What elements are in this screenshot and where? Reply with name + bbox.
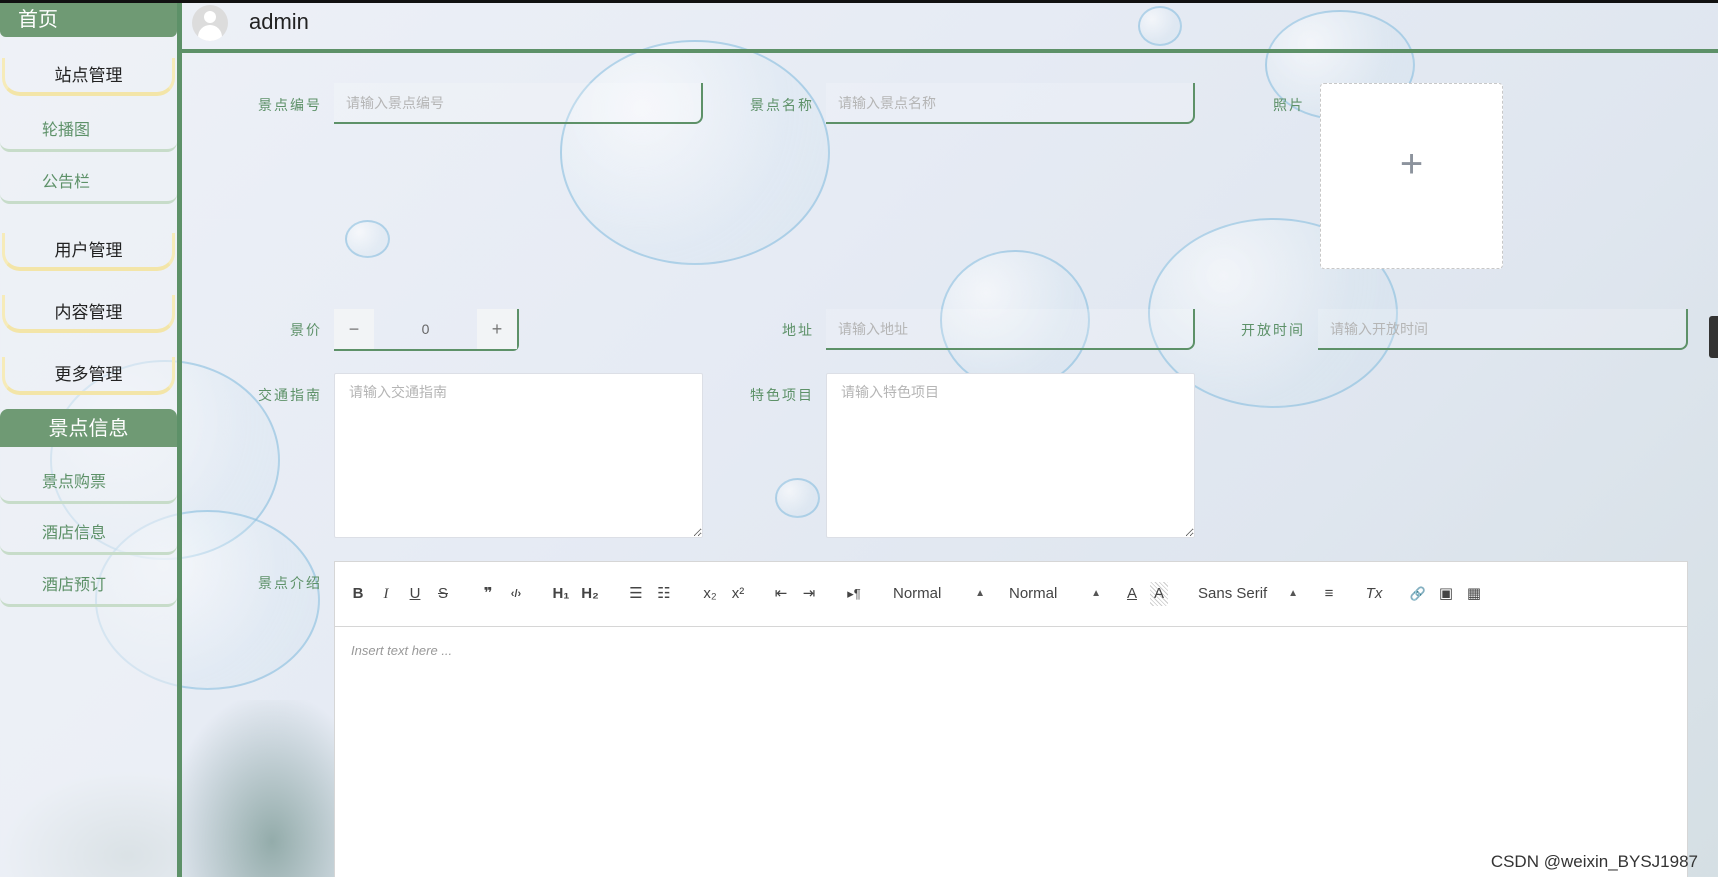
sidebar-item-hotel-info[interactable]: 酒店信息 xyxy=(0,519,177,555)
superscript-button[interactable]: x² xyxy=(727,582,749,606)
chevron-updown-icon: ▲ xyxy=(1091,588,1101,599)
label-address: 地址 xyxy=(782,323,814,339)
traffic-guide-textarea[interactable] xyxy=(334,373,703,538)
background-mist xyxy=(170,700,340,877)
size-select-value: Normal xyxy=(893,585,942,602)
label-features: 特色项目 xyxy=(750,388,814,404)
header-select-value: Normal xyxy=(1009,585,1058,602)
sidebar: 首页 站点管理 轮播图 公告栏 用户管理 内容管理 更多管理 景点信息 景点购票… xyxy=(0,3,182,877)
scrollbar-handle[interactable] xyxy=(1709,316,1718,358)
font-select-value: Sans Serif xyxy=(1198,585,1268,602)
rich-text-editor[interactable]: B I U S ❞ ‹/› H₁ H₂ ☰ ☷ x₂ x² ⇤ ⇥ ▸¶ Nor… xyxy=(334,561,1688,877)
features-textarea[interactable] xyxy=(826,373,1195,538)
blockquote-button[interactable]: ❞ xyxy=(478,582,498,606)
photo-upload-button[interactable]: + xyxy=(1320,83,1503,269)
sidebar-group-content-management[interactable]: 内容管理 xyxy=(2,295,175,333)
sidebar-group-user-management[interactable]: 用户管理 xyxy=(2,233,175,271)
editor-toolbar: B I U S ❞ ‹/› H₁ H₂ ☰ ☷ x₂ x² ⇤ ⇥ ▸¶ Nor… xyxy=(335,562,1687,627)
sidebar-home[interactable]: 首页 xyxy=(0,3,177,37)
chevron-updown-icon: ▲ xyxy=(975,588,985,599)
sidebar-group-more-management[interactable]: 更多管理 xyxy=(2,357,175,395)
underline-button[interactable]: U xyxy=(406,582,424,606)
sidebar-item-hotel-booking[interactable]: 酒店预订 xyxy=(0,571,177,607)
label-scenic-id: 景点编号 xyxy=(258,98,322,114)
watermark: CSDN @weixin_BYSJ1987 xyxy=(1490,852,1698,871)
sidebar-item-notice[interactable]: 公告栏 xyxy=(0,168,177,204)
text-direction-button[interactable]: ▸¶ xyxy=(843,582,865,606)
price-value[interactable]: 0 xyxy=(374,309,477,349)
label-introduction: 景点介绍 xyxy=(258,576,322,592)
plus-icon: + xyxy=(1399,142,1424,186)
italic-button[interactable]: I xyxy=(377,582,395,606)
code-block-button[interactable]: ‹/› xyxy=(505,582,527,606)
header-select[interactable]: Normal ▲ xyxy=(1009,582,1101,606)
bullet-list-button[interactable]: ☷ xyxy=(654,582,674,606)
link-button[interactable]: 🔗 xyxy=(1408,582,1428,606)
clean-format-button[interactable]: Tx xyxy=(1364,582,1384,606)
size-select[interactable]: Normal ▲ xyxy=(893,582,985,606)
indent-button[interactable]: ⇥ xyxy=(799,582,819,606)
user-avatar-icon[interactable] xyxy=(192,5,228,41)
strike-button[interactable]: S xyxy=(434,582,452,606)
price-stepper[interactable]: − 0 + xyxy=(334,309,519,351)
sidebar-item-carousel[interactable]: 轮播图 xyxy=(0,116,177,152)
header-2-button[interactable]: H₂ xyxy=(579,582,601,606)
bold-button[interactable]: B xyxy=(349,582,367,606)
address-input[interactable] xyxy=(826,309,1195,350)
username[interactable]: admin xyxy=(249,9,309,35)
sidebar-section-scenic-info[interactable]: 景点信息 xyxy=(0,409,177,447)
scenic-name-input[interactable] xyxy=(826,83,1195,124)
font-color-button[interactable]: A xyxy=(1123,582,1141,606)
editor-placeholder[interactable]: Insert text here ... xyxy=(351,643,452,658)
background-color-button[interactable]: A xyxy=(1150,582,1168,606)
opening-hours-input[interactable] xyxy=(1318,309,1688,350)
label-traffic-guide: 交通指南 xyxy=(258,388,322,404)
chevron-updown-icon: ▲ xyxy=(1288,588,1298,599)
label-opening-hours: 开放时间 xyxy=(1241,323,1305,339)
label-price: 景价 xyxy=(290,323,322,339)
header-1-button[interactable]: H₁ xyxy=(550,582,572,606)
scenic-id-input[interactable] xyxy=(334,83,703,124)
align-button[interactable]: ≡ xyxy=(1319,582,1339,606)
top-header: admin xyxy=(182,3,1718,53)
sidebar-group-site-management[interactable]: 站点管理 xyxy=(2,58,175,96)
sidebar-item-ticket-purchase[interactable]: 景点购票 xyxy=(0,468,177,504)
price-increment-button[interactable]: + xyxy=(477,309,517,349)
image-button[interactable]: ▣ xyxy=(1436,582,1456,606)
outdent-button[interactable]: ⇤ xyxy=(771,582,791,606)
ordered-list-button[interactable]: ☰ xyxy=(626,582,646,606)
subscript-button[interactable]: x₂ xyxy=(699,582,721,606)
font-select[interactable]: Sans Serif ▲ xyxy=(1198,582,1298,606)
video-button[interactable]: ▦ xyxy=(1464,582,1484,606)
label-photo: 照片 xyxy=(1273,98,1305,114)
label-scenic-name: 景点名称 xyxy=(750,98,814,114)
price-decrement-button[interactable]: − xyxy=(334,309,374,349)
